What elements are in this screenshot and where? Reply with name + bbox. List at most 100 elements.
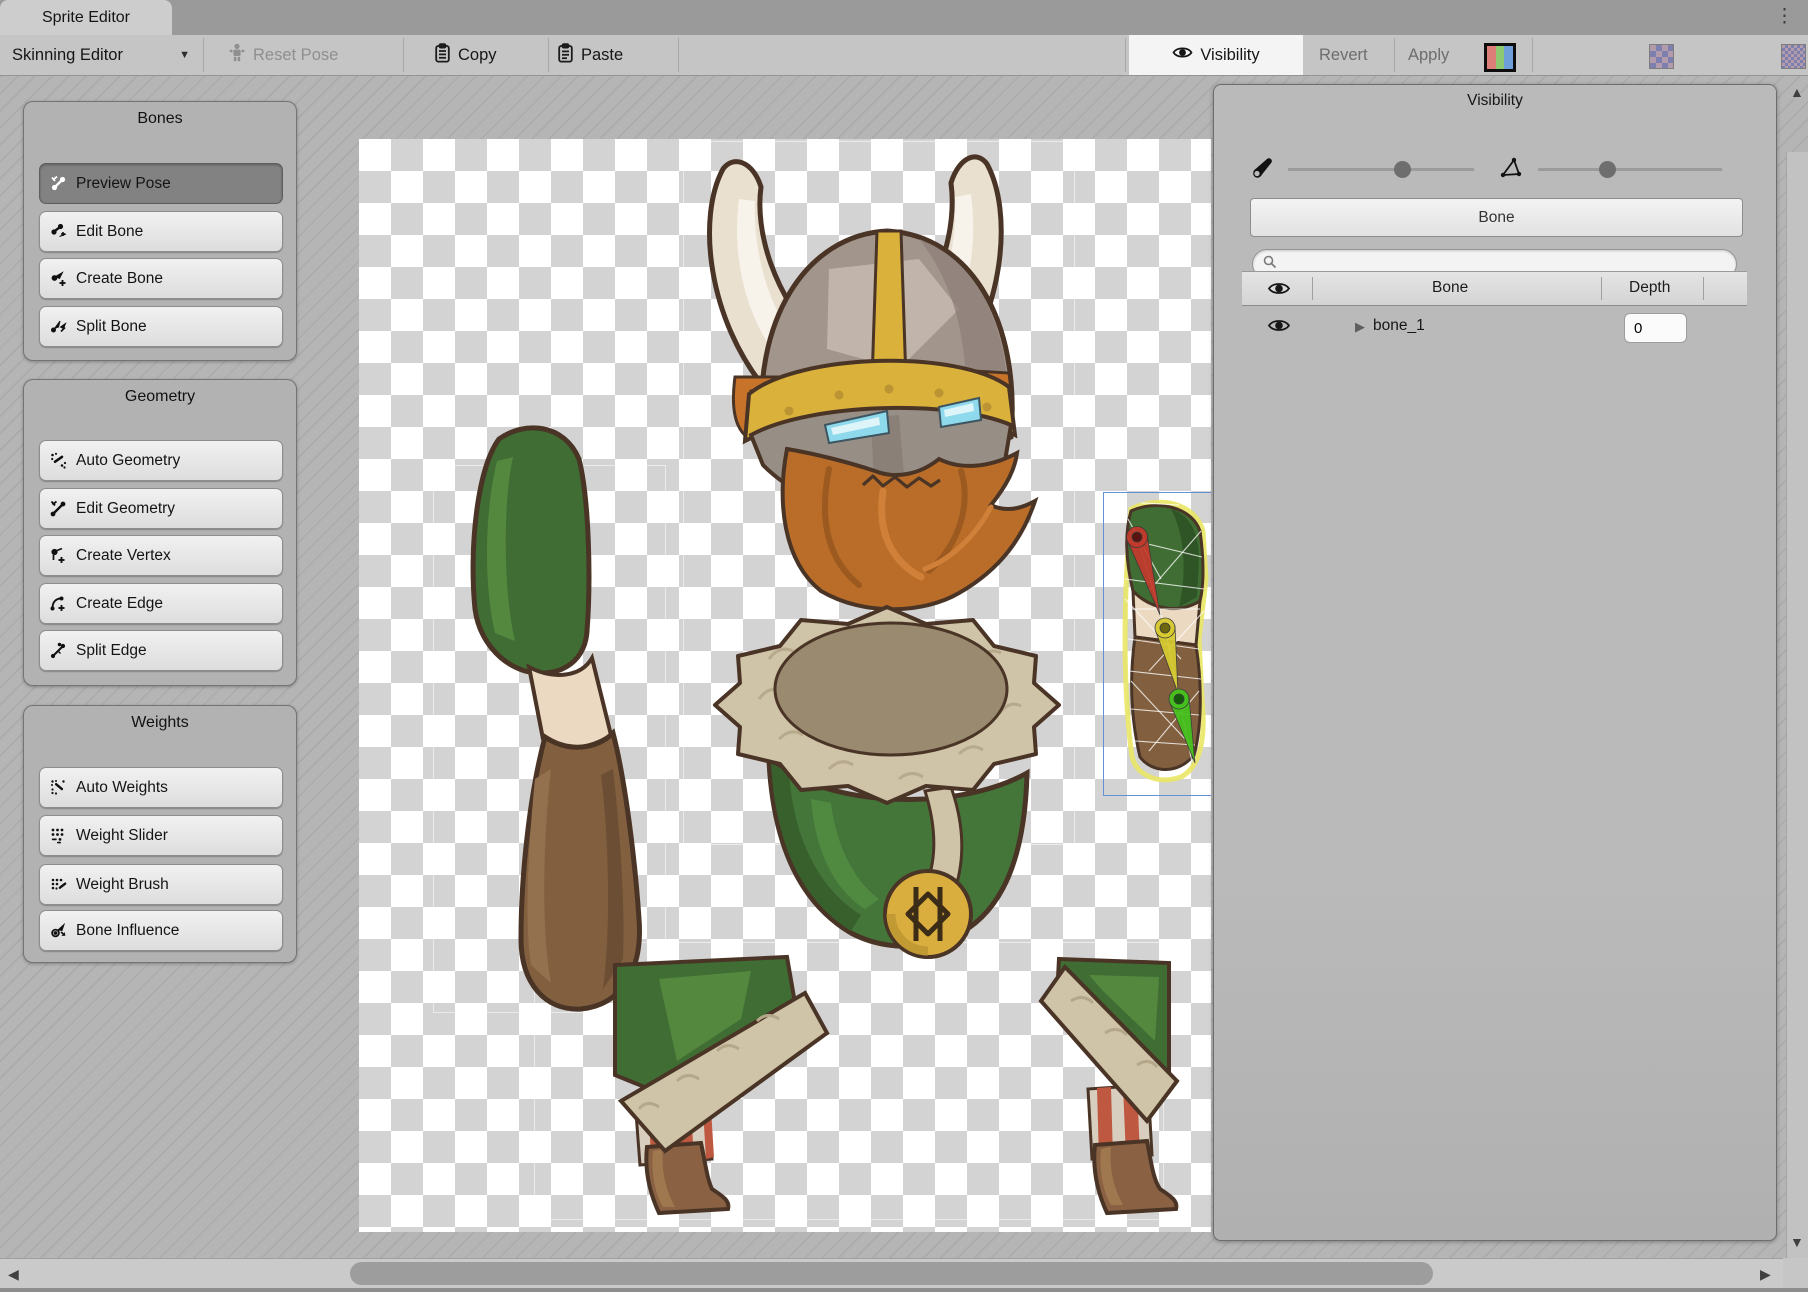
- paste-icon: [557, 43, 574, 68]
- bone-opacity-slider-track[interactable]: [1288, 168, 1474, 171]
- row-expander-icon[interactable]: ▶: [1355, 319, 1365, 335]
- bones-panel: Bones Preview Pose: [23, 101, 297, 361]
- green-stripe: [1496, 46, 1505, 69]
- horizontal-scrollbar-thumb[interactable]: [350, 1262, 1433, 1285]
- weight-slider-button[interactable]: Weight Slider: [39, 815, 283, 856]
- chevron-down-icon: ▼: [179, 49, 190, 61]
- reset-pose-button[interactable]: Reset Pose: [228, 35, 338, 75]
- scrollbar-corner: [1783, 1258, 1808, 1288]
- create-vertex-label: Create Vertex: [76, 547, 171, 565]
- visibility-toggle-button[interactable]: Visibility: [1129, 35, 1303, 75]
- row-visibility-eye-icon[interactable]: [1267, 317, 1291, 339]
- mesh-opacity-icon: [1499, 155, 1525, 186]
- create-bone-icon: [49, 269, 68, 288]
- bone-category-label: Bone: [1478, 209, 1514, 227]
- sprite-canvas[interactable]: [359, 139, 1211, 1232]
- weight-brush-button[interactable]: Weight Brush: [39, 864, 283, 905]
- bone-influence-button[interactable]: Bone Influence: [39, 910, 283, 951]
- column-divider[interactable]: [1703, 277, 1704, 300]
- auto-geometry-label: Auto Geometry: [76, 452, 180, 470]
- toolbar-separator: [403, 38, 404, 72]
- apply-button[interactable]: Apply: [1408, 35, 1449, 75]
- create-bone-label: Create Bone: [76, 270, 163, 288]
- preview-pose-icon: [49, 174, 68, 193]
- scroll-up-icon[interactable]: ▲: [1790, 84, 1804, 100]
- eye-icon: [1172, 45, 1193, 65]
- geometry-panel-title: Geometry: [24, 380, 296, 414]
- bones-panel-title: Bones: [24, 102, 296, 136]
- right-leg-sprite[interactable]: [1041, 959, 1177, 1213]
- copy-icon: [434, 43, 451, 68]
- red-stripe: [1487, 46, 1496, 69]
- edit-geometry-label: Edit Geometry: [76, 500, 175, 518]
- split-edge-button[interactable]: Split Edge: [39, 630, 283, 671]
- scroll-down-icon[interactable]: ▼: [1790, 1234, 1804, 1250]
- left-leg-sprite[interactable]: [615, 957, 827, 1213]
- split-edge-label: Split Edge: [76, 642, 147, 660]
- weight-brush-icon: [49, 875, 68, 894]
- weight-slider-icon: [49, 826, 68, 845]
- toolbar-separator: [548, 38, 549, 72]
- pattern-swatch-icon[interactable]: [1649, 44, 1674, 69]
- create-bone-button[interactable]: Create Bone: [39, 258, 283, 299]
- mode-dropdown-label: Skinning Editor: [12, 46, 123, 65]
- auto-geometry-icon: [49, 451, 68, 470]
- split-bone-button[interactable]: Split Bone: [39, 306, 283, 347]
- reset-pose-label: Reset Pose: [253, 46, 338, 65]
- bone-influence-label: Bone Influence: [76, 922, 179, 940]
- edit-geometry-button[interactable]: Edit Geometry: [39, 488, 283, 529]
- visibility-panel: Visibility Bone: [1213, 84, 1777, 1241]
- torso-sprite[interactable]: [715, 607, 1059, 957]
- visibility-column-eye-icon[interactable]: [1267, 280, 1291, 302]
- weight-slider-label: Weight Slider: [76, 827, 168, 845]
- create-vertex-button[interactable]: Create Vertex: [39, 535, 283, 576]
- split-bone-icon: [49, 317, 68, 336]
- toolbar-separator: [1125, 38, 1126, 72]
- mode-dropdown[interactable]: Skinning Editor ▼: [0, 35, 202, 75]
- bone-opacity-icon: [1250, 155, 1276, 186]
- sprite-editor-window: Sprite Editor ⋮ Skinning Editor ▼ Reset …: [0, 0, 1808, 1292]
- toolbar-separator: [1532, 38, 1533, 72]
- bone-category-button[interactable]: Bone: [1250, 198, 1743, 237]
- copy-button[interactable]: Copy: [434, 35, 497, 75]
- revert-button[interactable]: Revert: [1319, 35, 1368, 75]
- weights-panel: Weights Auto Weights: [23, 705, 297, 963]
- weights-panel-title: Weights: [24, 706, 296, 740]
- head-sprite[interactable]: [710, 157, 1035, 609]
- mitten-arm-sprite[interactable]: [473, 428, 639, 1009]
- split-edge-icon: [49, 641, 68, 660]
- auto-weights-button[interactable]: Auto Weights: [39, 767, 283, 808]
- mesh-opacity-slider-knob[interactable]: [1599, 161, 1616, 178]
- auto-weights-icon: [49, 778, 68, 797]
- bone-opacity-slider-knob[interactable]: [1394, 161, 1411, 178]
- vertical-scrollbar[interactable]: [1786, 152, 1808, 1292]
- horizontal-scrollbar[interactable]: ◀ ▶: [0, 1258, 1783, 1289]
- bone-influence-icon: [49, 921, 68, 940]
- window-bottom-edge: [0, 1288, 1808, 1292]
- scroll-right-icon[interactable]: ▶: [1760, 1266, 1771, 1283]
- depth-input[interactable]: [1624, 313, 1687, 343]
- preview-pose-label: Preview Pose: [76, 175, 171, 193]
- workspace: Bones Preview Pose: [0, 76, 1808, 1258]
- bone-column-label: Bone: [1432, 279, 1468, 297]
- window-menu-icon[interactable]: ⋮: [1775, 3, 1794, 31]
- sprite-color-swatch[interactable]: [1484, 43, 1516, 72]
- edit-bone-button[interactable]: Edit Bone: [39, 211, 283, 252]
- mesh-opacity-slider-track[interactable]: [1538, 168, 1722, 171]
- depth-column-label: Depth: [1629, 279, 1670, 297]
- pattern-swatch-fine-icon[interactable]: [1781, 44, 1806, 69]
- column-divider[interactable]: [1601, 277, 1602, 300]
- apply-label: Apply: [1408, 46, 1449, 65]
- auto-geometry-button[interactable]: Auto Geometry: [39, 440, 283, 481]
- bone-row[interactable]: ▶ bone_1: [1242, 305, 1747, 353]
- sprite-selection-rect: [1103, 492, 1211, 796]
- bone-table-header: Bone Depth: [1242, 271, 1747, 306]
- tab-sprite-editor[interactable]: Sprite Editor: [0, 0, 172, 35]
- character-sprites: [359, 139, 1211, 1232]
- paste-button[interactable]: Paste: [557, 35, 623, 75]
- scroll-left-icon[interactable]: ◀: [8, 1266, 19, 1283]
- preview-pose-button[interactable]: Preview Pose: [39, 163, 283, 204]
- bone-name: bone_1: [1373, 317, 1425, 335]
- column-divider: [1312, 277, 1313, 300]
- create-edge-button[interactable]: Create Edge: [39, 583, 283, 624]
